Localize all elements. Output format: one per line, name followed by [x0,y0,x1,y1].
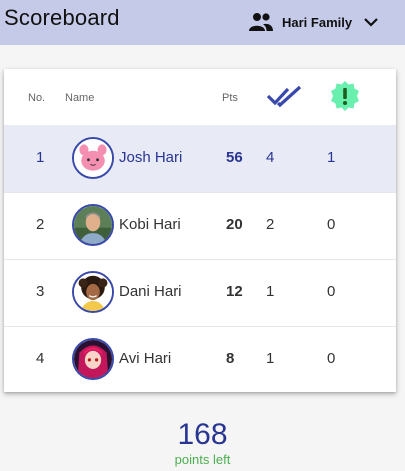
avatar [72,204,114,246]
avatar [72,271,114,313]
member-name: Kobi Hari [119,216,181,233]
points-left-value: 168 [177,418,228,451]
table-row[interactable]: 3 Dani Hari 12 1 0 [4,259,396,327]
rank-number: 1 [36,149,45,166]
table-row[interactable]: 1 Josh Hari 56 4 1 [4,125,396,193]
member-name: Avi Hari [119,350,172,367]
avatar [72,338,114,380]
column-header-no: No. [28,92,46,104]
column-header-name: Name [65,92,95,104]
alerts-count: 0 [327,283,336,300]
pink-creature-avatar [74,139,112,177]
family-name: Hari Family [282,14,353,30]
chevron-down-icon [364,18,378,27]
points-value: 12 [226,283,243,300]
points-value: 56 [226,149,243,166]
app-header: Scoreboard Hari Family [0,0,405,45]
table-row[interactable]: 4 Avi Hari 8 1 0 [4,326,396,393]
rank-number: 3 [36,283,45,300]
double-check-icon [266,85,302,108]
alert-badge-icon [331,81,359,111]
points-left-label: points left [174,452,231,467]
page-title: Scoreboard [4,5,120,30]
scoreboard-card: No. Name Pts 1 Josh Hari 56 4 1 2 Kobi H… [4,69,396,392]
column-header-pts: Pts [222,92,238,104]
completed-count: 2 [266,216,275,233]
points-value: 20 [226,216,243,233]
completed-count: 4 [266,149,275,166]
table-header: No. Name Pts [4,69,396,126]
alerts-count: 0 [327,216,336,233]
alerts-count: 0 [327,350,336,367]
anime-girl-avatar [74,340,112,378]
rank-number: 2 [36,216,45,233]
completed-count: 1 [266,350,275,367]
avatar [72,137,114,179]
family-selector[interactable]: Hari Family [249,9,379,35]
member-name: Dani Hari [119,283,182,300]
points-value: 8 [226,350,235,367]
alerts-count: 1 [327,149,336,166]
man-photo-avatar [74,206,112,244]
member-name: Josh Hari [119,149,183,166]
completed-count: 1 [266,283,275,300]
rank-number: 4 [36,350,45,367]
table-row[interactable]: 2 Kobi Hari 20 2 0 [4,192,396,260]
group-icon [249,13,273,31]
curly-hair-avatar [74,273,112,311]
